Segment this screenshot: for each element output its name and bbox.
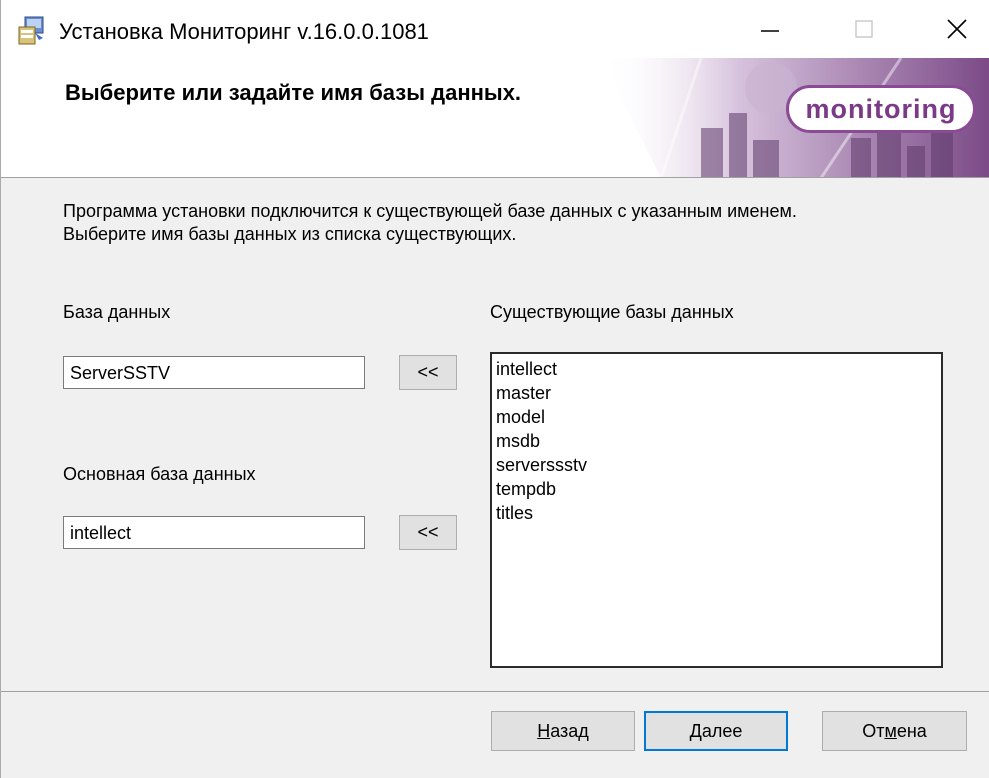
- description-line-1: Программа установки подключится к сущест…: [63, 201, 797, 221]
- close-icon: [947, 19, 967, 39]
- list-item[interactable]: master: [496, 381, 937, 405]
- installer-window: Установка Мониторинг v.16.0.0.1081 Выбер…: [0, 0, 989, 778]
- maximize-button[interactable]: [833, 0, 895, 58]
- existing-databases-label: Существующие базы данных: [490, 302, 734, 322]
- back-button-label: Назад: [537, 720, 589, 741]
- database-label: База данных: [63, 302, 171, 322]
- maximize-icon: [855, 20, 873, 38]
- description: Программа установки подключится к сущест…: [63, 200, 797, 246]
- database-input[interactable]: ServerSSTV: [63, 356, 365, 389]
- cancel-button-label: Отмена: [862, 720, 927, 741]
- next-button-label: Далее: [689, 720, 743, 741]
- header-banner: Выберите или задайте имя базы данных. mo…: [1, 58, 989, 178]
- list-item[interactable]: tempdb: [496, 477, 937, 501]
- footer-divider: [1, 691, 989, 692]
- window-title: Установка Мониторинг v.16.0.0.1081: [59, 19, 429, 44]
- minimize-icon: [761, 30, 779, 32]
- main-database-label: Основная база данных: [63, 464, 256, 484]
- step-heading: Выберите или задайте имя базы данных.: [65, 80, 522, 105]
- list-item[interactable]: model: [496, 405, 937, 429]
- list-item[interactable]: serverssstv: [496, 453, 937, 477]
- monitoring-logo: monitoring: [786, 85, 976, 133]
- copy-to-database-button[interactable]: <<: [399, 355, 457, 390]
- logo-text: monitoring: [805, 93, 957, 124]
- list-item[interactable]: intellect: [496, 357, 937, 381]
- description-line-2: Выберите имя базы данных из списка сущес…: [63, 224, 517, 244]
- back-button[interactable]: Назад: [491, 711, 635, 751]
- minimize-button[interactable]: [739, 0, 801, 58]
- main-database-input[interactable]: intellect: [63, 516, 365, 549]
- title-bar[interactable]: Установка Мониторинг v.16.0.0.1081: [1, 0, 989, 58]
- next-button[interactable]: Далее: [644, 711, 788, 751]
- close-button[interactable]: [926, 0, 988, 58]
- list-item[interactable]: msdb: [496, 429, 937, 453]
- list-item[interactable]: titles: [496, 501, 937, 525]
- existing-databases-list[interactable]: intellect master model msdb serverssstv …: [490, 352, 943, 668]
- installer-icon: [18, 16, 44, 45]
- copy-to-main-database-button[interactable]: <<: [399, 515, 457, 550]
- cancel-button[interactable]: Отмена: [822, 711, 967, 751]
